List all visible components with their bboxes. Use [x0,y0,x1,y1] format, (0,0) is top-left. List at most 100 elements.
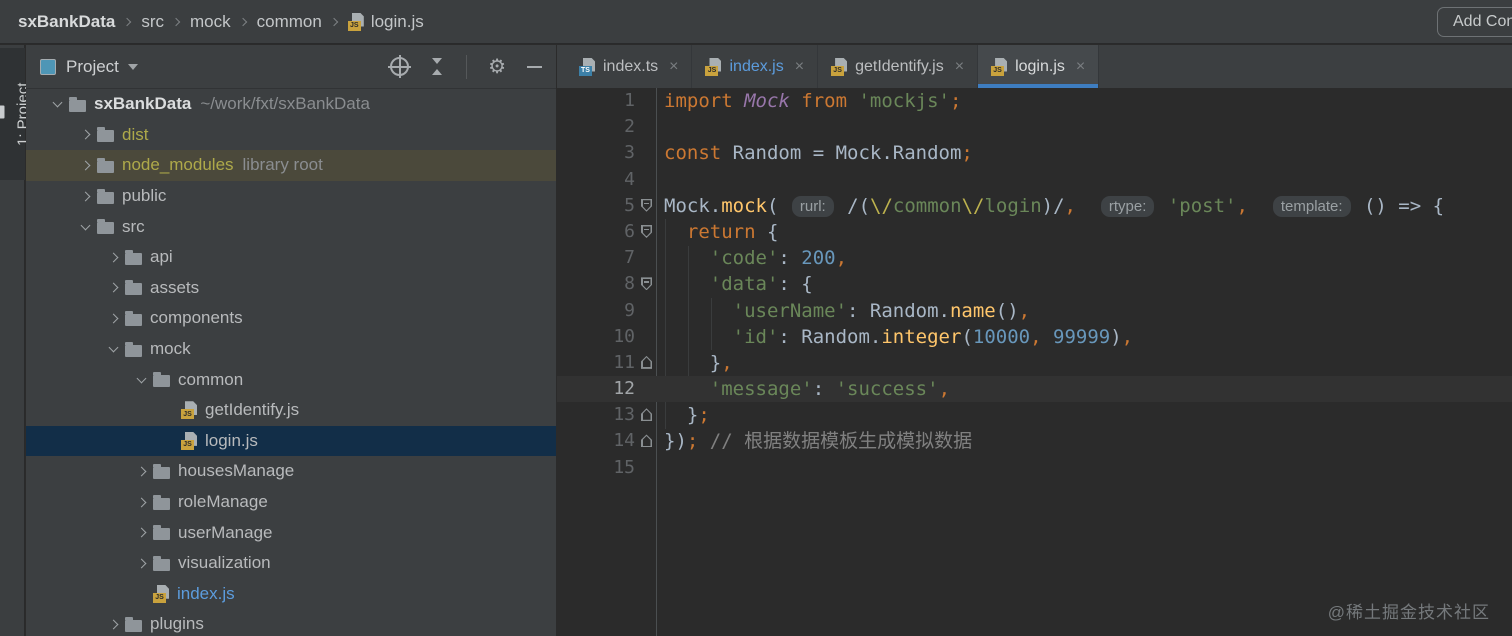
tab-close-icon[interactable]: × [1076,58,1085,76]
tree-chevron-icon[interactable] [52,97,62,108]
folder-icon [0,106,5,119]
tree-chevron-icon[interactable] [108,619,118,630]
fold-marker-icon[interactable] [641,277,652,291]
editor-area: TS index.ts × JS index.js × JS getIdentify.js × J… [557,45,1512,636]
tree-chevron-icon[interactable] [80,129,90,140]
tree-chevron-icon[interactable] [108,342,118,353]
project-tool-window-button[interactable]: 1: Project [0,48,32,180]
tool-window-strip: 1: Project [0,45,32,636]
tree-item-plugins[interactable]: plugins [26,609,556,636]
tree-item-label: assets [150,277,200,297]
gutter: 2 [557,114,657,140]
tree-item-login.js[interactable]: JS login.js [26,425,556,457]
tree-item-label: node_modules [122,155,234,175]
tree-chevron-icon[interactable] [108,252,118,263]
tree-chevron-icon[interactable] [136,466,146,477]
panel-title[interactable]: Project [66,57,119,77]
folder-icon [125,310,142,326]
code-editor[interactable]: 1 import Mock from 'mockjs'; 2 3 const Rando… [557,88,1512,636]
tree-item-getIdentify.js[interactable]: JS getIdentify.js [26,395,556,426]
folder-icon [97,127,114,143]
tree-item-extra: ~/work/fxt/sxBankData [200,94,370,114]
line-number: 15 [613,456,635,478]
chevron-down-icon[interactable] [127,64,138,75]
tree-item-label: housesManage [178,461,295,481]
tab-close-icon[interactable]: × [955,58,964,76]
code-text: }); // 根据数据模板生成模拟数据 [664,430,973,453]
collapse-all-icon[interactable] [430,58,445,75]
tab-close-icon[interactable]: × [795,58,804,76]
tree-item-housesManage[interactable]: housesManage [26,456,556,487]
divider [466,54,468,79]
tree-item-node_modules[interactable]: node_modules library root [26,150,556,181]
tree-item-label: visualization [178,553,271,573]
tree-item-roleManage[interactable]: roleManage [26,487,556,518]
settings-gear-icon[interactable]: ⚙ [488,57,506,77]
code-text: return { [664,220,779,243]
tree-chevron-icon[interactable] [80,160,90,171]
breadcrumb-separator-icon [329,17,339,26]
tree-item-components[interactable]: components [26,303,556,334]
code-text: Mock.mock( rurl: /(\/common\/login)/, rt… [664,194,1445,217]
fold-marker-icon[interactable] [641,224,652,238]
code-line-13: 13 }; [557,402,1512,428]
breadcrumb-label: src [141,11,164,31]
tree-item-label: plugins [150,614,204,634]
tree-item-index.js[interactable]: JS index.js [26,579,556,610]
tree-item-common[interactable]: common [26,364,556,395]
tree-chevron-icon[interactable] [136,527,146,538]
tree-chevron-icon[interactable] [80,220,90,231]
breadcrumb-item-login.js[interactable]: JS login.js [347,11,424,32]
breadcrumb-item-mock[interactable]: mock [190,12,231,32]
locate-file-icon[interactable] [388,55,412,78]
breadcrumb-item-common[interactable]: common [257,12,322,32]
tree-chevron-icon[interactable] [136,373,146,384]
line-number: 8 [624,273,635,295]
breadcrumb-item-src[interactable]: src [141,12,164,32]
fold-marker-icon[interactable] [641,355,652,369]
folder-icon [69,96,86,112]
tree-item-mock[interactable]: mock [26,334,556,365]
intention-bulb-icon[interactable] [673,378,688,399]
line-number: 5 [624,194,635,216]
tree-item-sxBankData[interactable]: sxBankData ~/work/fxt/sxBankData [26,89,556,120]
breadcrumb-label: login.js [370,11,424,31]
folder-icon [125,249,142,265]
line-number: 3 [624,142,635,164]
fold-marker-icon[interactable] [641,198,652,212]
tree-chevron-icon[interactable] [136,558,146,569]
folder-icon [153,525,170,541]
tree-item-label: dist [122,124,149,144]
code-line-15: 15 [557,455,1512,481]
tree-item-visualization[interactable]: visualization [26,548,556,579]
tab-getIdentify.js[interactable]: JS getIdentify.js × [818,45,979,88]
fold-marker-icon[interactable] [641,434,652,448]
tab-index.ts[interactable]: TS index.ts × [566,45,693,88]
tree-item-src[interactable]: src [26,211,556,242]
js-file-icon: JS [831,57,848,76]
breadcrumb-item-sxBankData[interactable]: sxBankData [18,12,115,32]
folder-icon [97,157,114,173]
tree-item-api[interactable]: api [26,242,556,273]
code-line-2: 2 [557,114,1512,140]
tree-chevron-icon[interactable] [108,282,118,293]
tab-close-icon[interactable]: × [669,58,678,76]
tree-item-label: common [178,369,244,389]
tree-chevron-icon[interactable] [108,313,118,324]
add-configuration-button[interactable]: Add Con [1437,7,1512,37]
tab-login.js[interactable]: JS login.js × [978,45,1100,88]
tree-item-userManage[interactable]: userManage [26,517,556,548]
tree-chevron-icon[interactable] [136,497,146,507]
hide-panel-icon[interactable] [527,65,542,68]
editor-tab-bar: TS index.ts × JS index.js × JS getIdentify.js × J… [557,45,1512,88]
tree-item-assets[interactable]: assets [26,273,556,304]
tab-index.js[interactable]: JS index.js × [692,45,819,88]
tree-chevron-icon[interactable] [80,191,90,202]
folder-icon [153,372,170,388]
gutter: 15 [557,455,657,481]
tree-item-public[interactable]: public [26,181,556,212]
code-line-12: 12 'message': 'success', [557,376,1512,403]
tree-item-dist[interactable]: dist [26,120,556,151]
fold-marker-icon[interactable] [641,408,652,422]
ide-window: sxBankData src mock common JS login.js Add Co… [0,0,1512,636]
